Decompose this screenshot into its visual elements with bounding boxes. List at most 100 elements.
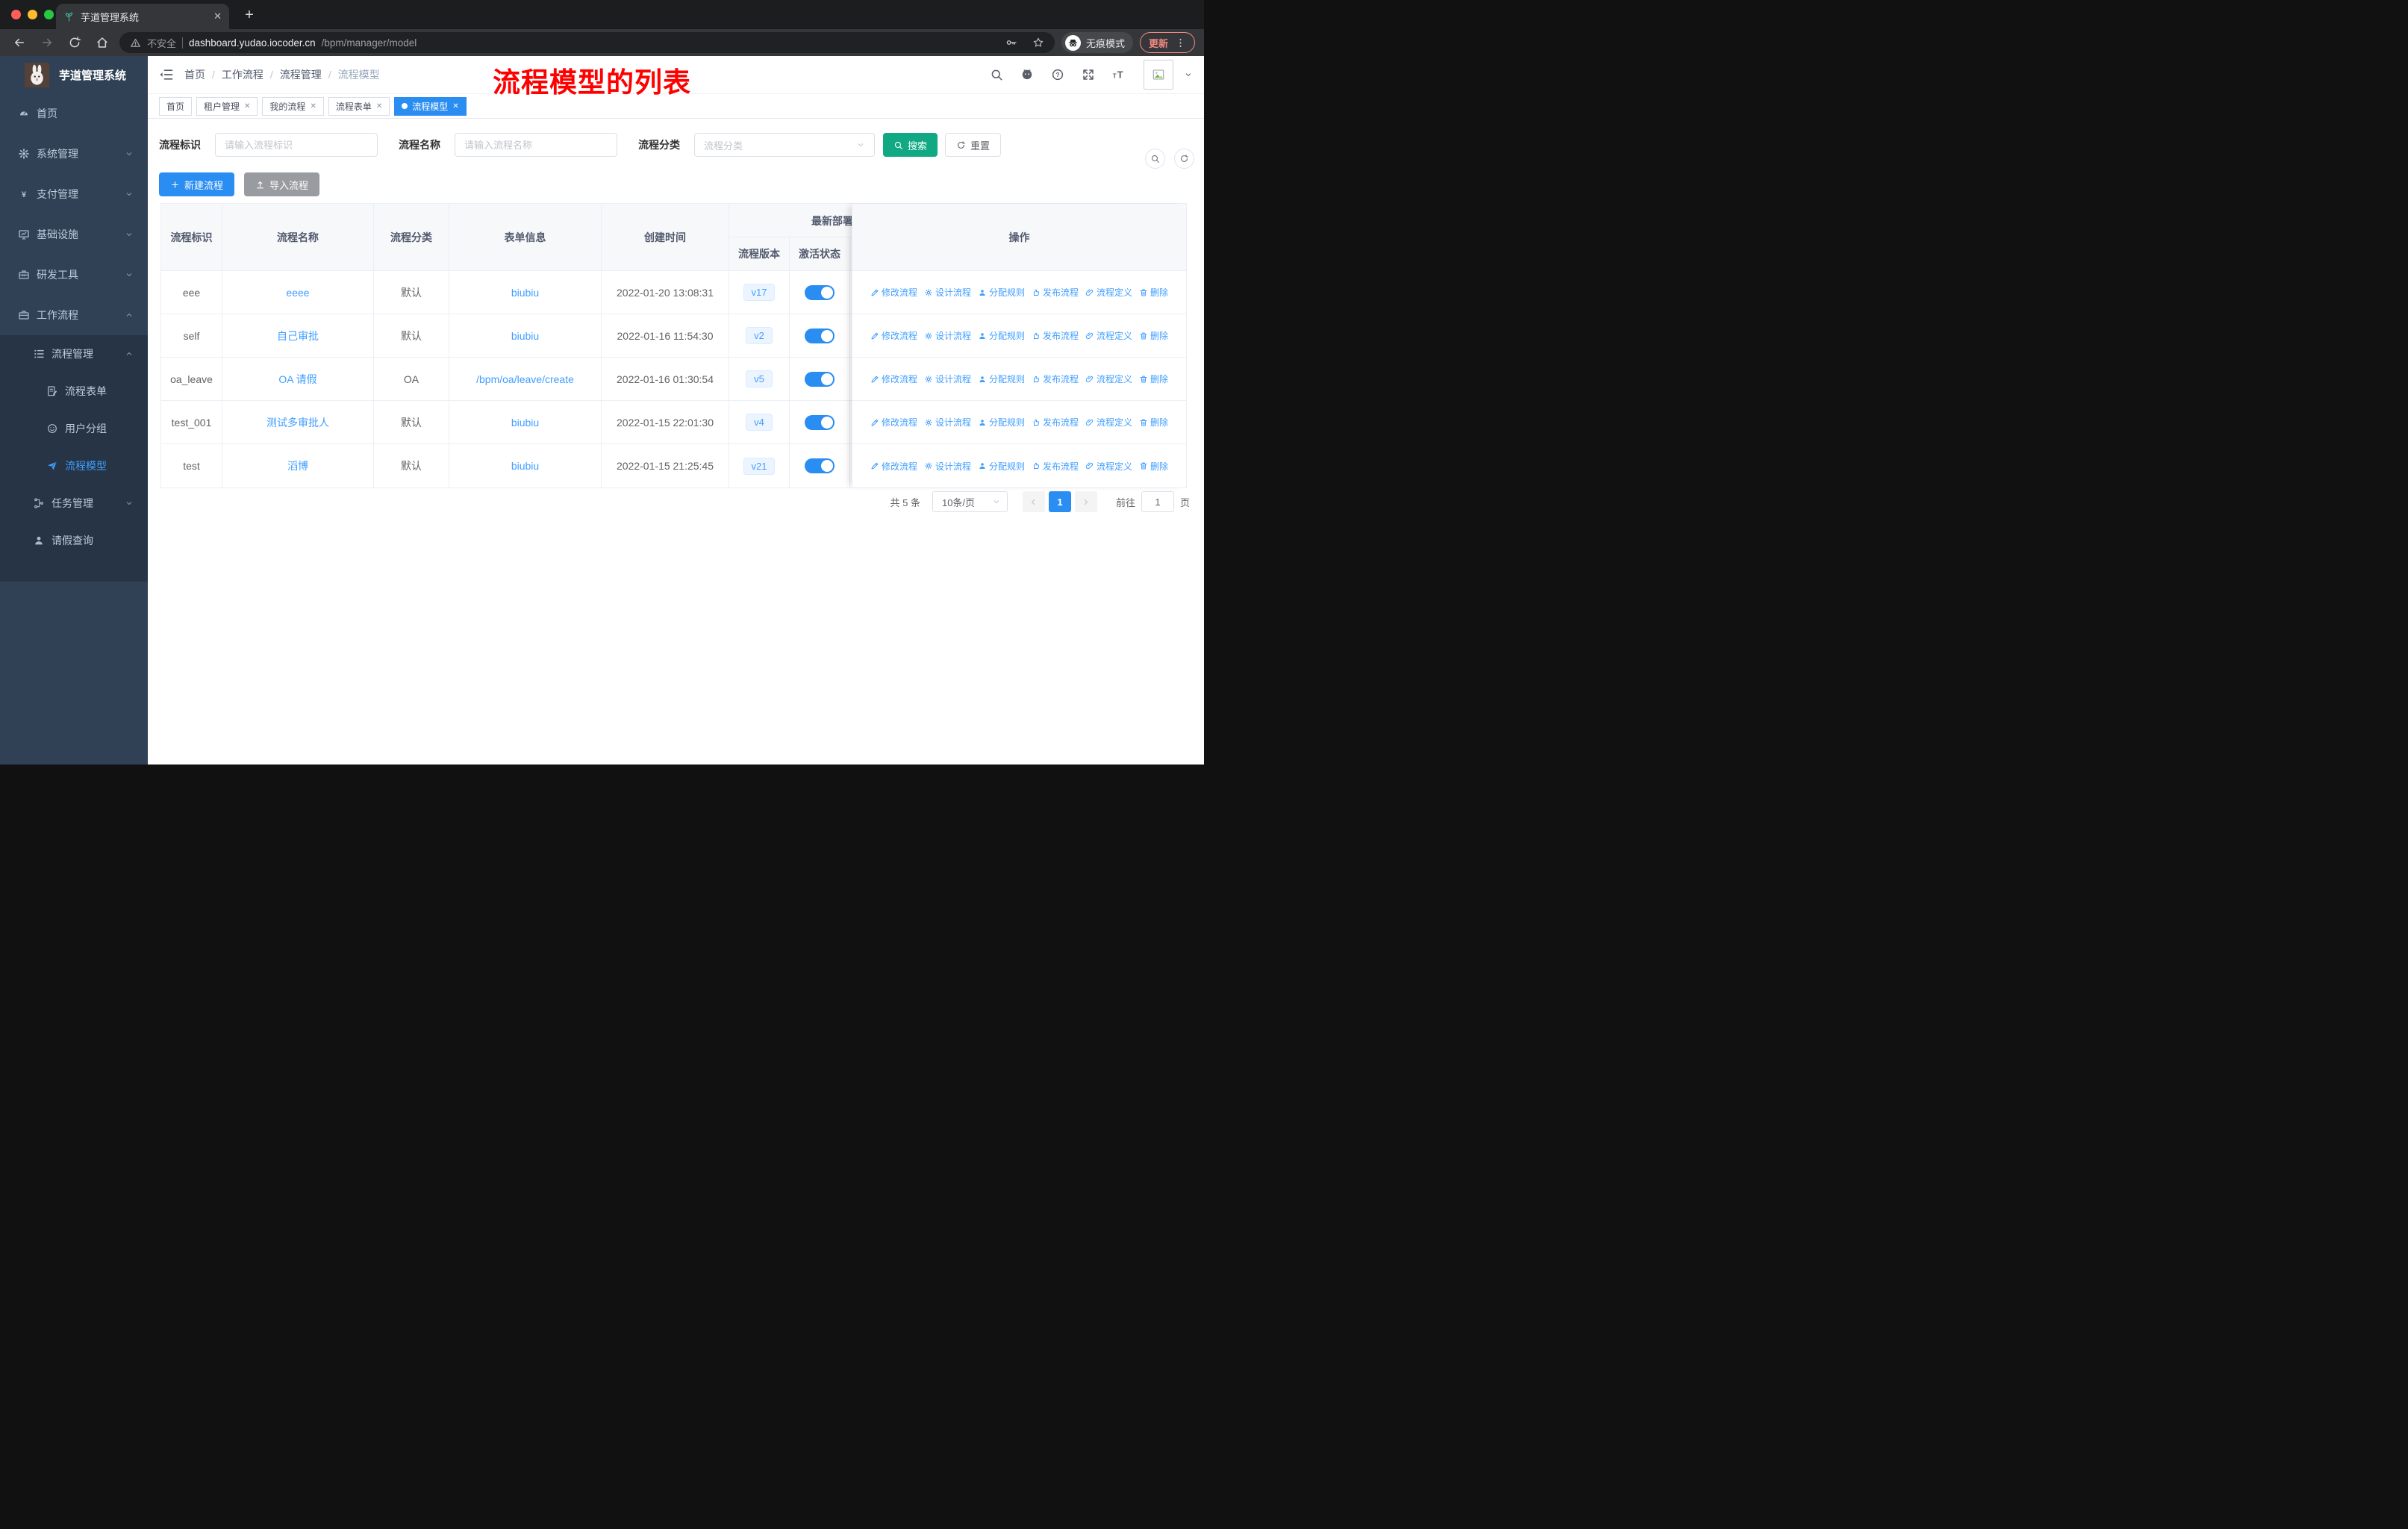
- page-1-button[interactable]: 1: [1048, 491, 1071, 512]
- action-修改流程[interactable]: 修改流程: [870, 373, 917, 385]
- import-process-button[interactable]: 导入流程: [244, 172, 320, 196]
- sidebar-item-流程模型[interactable]: 流程模型: [0, 447, 148, 485]
- action-发布流程[interactable]: 发布流程: [1032, 416, 1079, 429]
- action-分配规则[interactable]: 分配规则: [978, 329, 1025, 342]
- fullscreen-icon[interactable]: [1082, 68, 1095, 81]
- sidebar-item-请假查询[interactable]: 请假查询: [0, 522, 148, 559]
- action-修改流程[interactable]: 修改流程: [870, 416, 917, 429]
- tab-我的流程[interactable]: 我的流程 ✕: [262, 96, 324, 116]
- action-修改流程[interactable]: 修改流程: [870, 329, 917, 342]
- close-icon[interactable]: ✕: [452, 102, 458, 110]
- action-修改流程[interactable]: 修改流程: [870, 460, 917, 473]
- close-icon[interactable]: ✕: [376, 102, 382, 110]
- action-删除[interactable]: 删除: [1139, 373, 1168, 385]
- cell-process-name-link[interactable]: 滔博: [222, 444, 374, 488]
- active-toggle[interactable]: [805, 328, 835, 343]
- forward-icon[interactable]: [37, 32, 57, 53]
- action-发布流程[interactable]: 发布流程: [1032, 373, 1079, 385]
- tab-close-icon[interactable]: ✕: [213, 10, 222, 22]
- collapse-sidebar-icon[interactable]: [159, 67, 174, 82]
- cell-process-name-link[interactable]: eeee: [222, 271, 374, 314]
- toggle-search-button[interactable]: [1145, 149, 1165, 169]
- reload-icon[interactable]: [64, 32, 85, 53]
- close-icon[interactable]: ✕: [244, 102, 250, 110]
- action-设计流程[interactable]: 设计流程: [924, 329, 971, 342]
- action-分配规则[interactable]: 分配规则: [978, 460, 1025, 473]
- action-流程定义[interactable]: 流程定义: [1085, 373, 1132, 385]
- breadcrumb-item[interactable]: 流程管理: [280, 67, 322, 82]
- sidebar-logo[interactable]: 芋道管理系统: [0, 56, 148, 93]
- tab-首页[interactable]: 首页: [159, 96, 193, 116]
- sidebar-item-任务管理[interactable]: 任务管理: [0, 485, 148, 522]
- github-icon[interactable]: [1020, 68, 1034, 81]
- action-分配规则[interactable]: 分配规则: [978, 416, 1025, 429]
- action-流程定义[interactable]: 流程定义: [1085, 460, 1132, 473]
- sidebar-item-基础设施[interactable]: 基础设施: [0, 214, 148, 255]
- refresh-table-button[interactable]: [1174, 149, 1194, 169]
- close-window-button[interactable]: [11, 10, 21, 19]
- cell-process-name-link[interactable]: 测试多审批人: [222, 401, 374, 443]
- cell-form-info-link[interactable]: biubiu: [449, 271, 602, 314]
- process-key-input[interactable]: [215, 133, 378, 157]
- action-删除[interactable]: 删除: [1139, 329, 1168, 342]
- active-toggle[interactable]: [805, 371, 835, 387]
- action-分配规则[interactable]: 分配规则: [978, 373, 1025, 385]
- sidebar-item-研发工具[interactable]: 研发工具: [0, 255, 148, 295]
- tab-流程表单[interactable]: 流程表单 ✕: [328, 96, 390, 116]
- kebab-menu-icon[interactable]: [1175, 37, 1186, 49]
- action-流程定义[interactable]: 流程定义: [1085, 329, 1132, 342]
- cell-form-info-link[interactable]: /bpm/oa/leave/create: [449, 358, 602, 400]
- action-修改流程[interactable]: 修改流程: [870, 286, 917, 299]
- active-toggle[interactable]: [805, 414, 835, 430]
- page-size-select[interactable]: 10条/页: [932, 491, 1008, 512]
- search-icon[interactable]: [990, 68, 1003, 81]
- cell-form-info-link[interactable]: biubiu: [449, 314, 602, 357]
- action-删除[interactable]: 删除: [1139, 460, 1168, 473]
- reset-button[interactable]: 重置: [945, 133, 1002, 157]
- tab-流程模型[interactable]: 流程模型 ✕: [394, 96, 467, 116]
- action-流程定义[interactable]: 流程定义: [1085, 416, 1132, 429]
- sidebar-item-流程管理[interactable]: 流程管理: [0, 335, 148, 373]
- action-设计流程[interactable]: 设计流程: [924, 286, 971, 299]
- action-发布流程[interactable]: 发布流程: [1032, 329, 1079, 342]
- user-avatar[interactable]: [1144, 60, 1173, 90]
- breadcrumb-item[interactable]: 首页: [184, 67, 205, 82]
- sidebar-item-工作流程[interactable]: 工作流程: [0, 295, 148, 335]
- help-icon[interactable]: ?: [1051, 68, 1064, 81]
- next-page-button[interactable]: [1074, 491, 1097, 512]
- tab-租户管理[interactable]: 租户管理 ✕: [196, 96, 258, 116]
- sidebar-item-支付管理[interactable]: ¥ 支付管理: [0, 174, 148, 214]
- maximize-window-button[interactable]: [44, 10, 54, 19]
- prev-page-button[interactable]: [1022, 491, 1045, 512]
- key-icon[interactable]: [1005, 37, 1017, 49]
- cell-form-info-link[interactable]: biubiu: [449, 444, 602, 488]
- action-设计流程[interactable]: 设计流程: [924, 460, 971, 473]
- sidebar-item-流程表单[interactable]: 流程表单: [0, 373, 148, 410]
- browser-tab[interactable]: 芋道管理系统 ✕: [56, 4, 229, 29]
- new-tab-button[interactable]: +: [240, 6, 258, 24]
- update-menu-button[interactable]: 更新: [1139, 32, 1195, 53]
- cell-form-info-link[interactable]: biubiu: [449, 401, 602, 443]
- sidebar-item-系统管理[interactable]: 系统管理: [0, 134, 148, 174]
- address-bar[interactable]: 不安全 dashboard.yudao.iocoder.cn/bpm/manag…: [119, 32, 1055, 53]
- back-icon[interactable]: [9, 32, 30, 53]
- search-button[interactable]: 搜索: [883, 133, 938, 157]
- active-toggle[interactable]: [805, 284, 835, 300]
- active-toggle[interactable]: [805, 458, 835, 473]
- home-icon[interactable]: [92, 32, 113, 53]
- action-流程定义[interactable]: 流程定义: [1085, 286, 1132, 299]
- create-process-button[interactable]: 新建流程: [159, 172, 235, 196]
- sidebar-item-用户分组[interactable]: 用户分组: [0, 410, 148, 447]
- cell-process-name-link[interactable]: 自己审批: [222, 314, 374, 357]
- action-发布流程[interactable]: 发布流程: [1032, 460, 1079, 473]
- action-发布流程[interactable]: 发布流程: [1032, 286, 1079, 299]
- cell-process-name-link[interactable]: OA 请假: [222, 358, 374, 400]
- close-icon[interactable]: ✕: [310, 102, 316, 110]
- process-category-select[interactable]: 流程分类: [694, 133, 875, 157]
- action-删除[interactable]: 删除: [1139, 286, 1168, 299]
- action-设计流程[interactable]: 设计流程: [924, 373, 971, 385]
- action-分配规则[interactable]: 分配规则: [978, 286, 1025, 299]
- minimize-window-button[interactable]: [28, 10, 37, 19]
- action-删除[interactable]: 删除: [1139, 416, 1168, 429]
- action-设计流程[interactable]: 设计流程: [924, 416, 971, 429]
